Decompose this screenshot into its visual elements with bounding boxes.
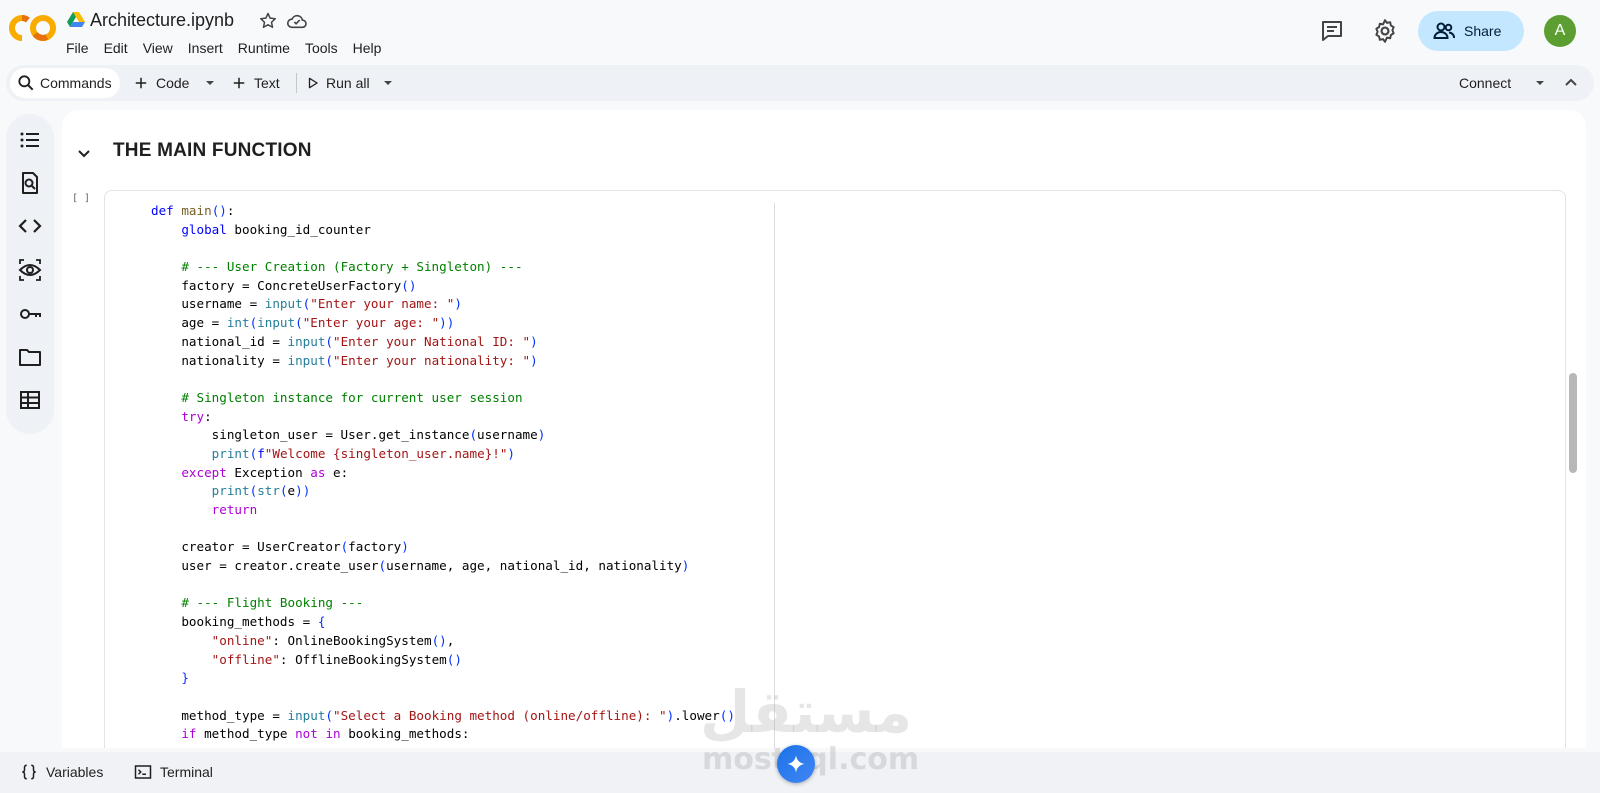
code-line[interactable]: creator = UserCreator(factory)	[151, 538, 735, 557]
code-line[interactable]: global booking_id_counter	[151, 221, 735, 240]
share-label: Share	[1464, 23, 1502, 39]
code-line[interactable]: }	[151, 669, 735, 688]
variables-label: Variables	[46, 764, 104, 780]
menu-edit[interactable]: Edit	[104, 40, 128, 56]
braces-icon	[22, 764, 36, 780]
add-code-button[interactable]: Code	[132, 68, 189, 98]
notebook-title[interactable]: Architecture.ipynb	[90, 10, 234, 31]
add-text-button[interactable]: Text	[230, 68, 280, 98]
star-icon[interactable]	[258, 11, 278, 31]
google-drive-icon	[67, 12, 85, 27]
avatar[interactable]: A	[1544, 15, 1576, 47]
menu-bar: File Edit View Insert Runtime Tools Help	[66, 40, 396, 56]
gemini-sparkle-icon	[787, 755, 805, 773]
code-line[interactable]: return	[151, 501, 735, 520]
colab-logo-icon[interactable]	[8, 14, 58, 42]
terminal-button[interactable]: Terminal	[134, 763, 213, 781]
search-icon	[18, 75, 34, 91]
code-line[interactable]: # --- User Creation (Factory + Singleton…	[151, 258, 735, 277]
gear-icon[interactable]	[1372, 18, 1398, 44]
text-label: Text	[254, 75, 280, 91]
table-of-contents-icon[interactable]	[18, 128, 42, 152]
code-line[interactable]: # --- Flight Booking ---	[151, 594, 735, 613]
find-replace-icon[interactable]	[18, 171, 42, 195]
secrets-key-icon[interactable]	[18, 302, 42, 326]
connect-dropdown-caret-icon[interactable]	[1532, 75, 1548, 91]
code-line[interactable]: if method_type not in booking_methods:	[151, 725, 735, 744]
code-label: Code	[156, 75, 190, 91]
section-heading[interactable]: THE MAIN FUNCTION	[113, 140, 312, 162]
code-line[interactable]	[151, 370, 735, 389]
code-line[interactable]: "online": OnlineBookingSystem(),	[151, 632, 735, 651]
menu-insert[interactable]: Insert	[188, 40, 223, 56]
code-line[interactable]	[151, 520, 735, 539]
commands-label: Commands	[40, 75, 112, 91]
code-line[interactable]: print(f"Welcome {singleton_user.name}!")	[151, 445, 735, 464]
code-snippets-icon[interactable]	[18, 214, 42, 238]
code-cell[interactable]: def main(): global booking_id_counter # …	[104, 190, 1566, 748]
left-sidebar	[6, 114, 54, 434]
data-table-icon[interactable]	[18, 388, 42, 412]
menu-tools[interactable]: Tools	[305, 40, 338, 56]
code-line[interactable]: print(str(e))	[151, 482, 735, 501]
header: Architecture.ipynb File Edit View Insert…	[0, 0, 1600, 62]
code-line[interactable]: def main():	[151, 202, 735, 221]
variables-button[interactable]: Variables	[20, 763, 103, 781]
run-all-button[interactable]: Run all	[306, 68, 370, 98]
gemini-button[interactable]	[777, 745, 815, 783]
plus-icon	[233, 77, 245, 89]
code-line[interactable]	[151, 688, 735, 707]
connect-button[interactable]: Connect	[1459, 68, 1511, 98]
code-line[interactable]: factory = ConcreteUserFactory()	[151, 277, 735, 296]
terminal-label: Terminal	[160, 764, 213, 780]
code-line[interactable]: age = int(input("Enter your age: "))	[151, 314, 735, 333]
toolbar: Commands Code Text Run all Connect	[6, 65, 1594, 101]
code-dropdown-caret-icon[interactable]	[202, 75, 218, 91]
collapse-toolbar-chevron-up-icon[interactable]	[1563, 75, 1579, 91]
plus-icon	[135, 77, 147, 89]
menu-runtime[interactable]: Runtime	[238, 40, 290, 56]
code-line[interactable]: except Exception as e:	[151, 464, 735, 483]
code-line[interactable]: username = input("Enter your name: ")	[151, 295, 735, 314]
code-line[interactable]	[151, 239, 735, 258]
comment-icon[interactable]	[1320, 19, 1344, 43]
terminal-icon	[134, 765, 152, 779]
commands-button[interactable]: Commands	[10, 68, 120, 98]
connect-label: Connect	[1459, 75, 1512, 91]
code-line[interactable]: singleton_user = User.get_instance(usern…	[151, 426, 735, 445]
run-all-dropdown-caret-icon[interactable]	[380, 75, 396, 91]
toolbar-divider	[296, 73, 297, 93]
menu-file[interactable]: File	[66, 40, 89, 56]
watermark-arabic: مستقل	[700, 678, 913, 746]
code-line[interactable]	[151, 576, 735, 595]
code-line[interactable]: user = creator.create_user(username, age…	[151, 557, 735, 576]
play-icon	[308, 77, 318, 89]
share-button[interactable]: Share	[1418, 11, 1524, 51]
menu-help[interactable]: Help	[353, 40, 382, 56]
code-line[interactable]: nationality = input("Enter your national…	[151, 352, 735, 371]
cell-run-button[interactable]: [ ]	[72, 193, 90, 204]
code-line[interactable]: national_id = input("Enter your National…	[151, 333, 735, 352]
variable-inspector-eye-icon[interactable]	[18, 258, 42, 282]
people-icon	[1433, 22, 1455, 39]
notebook-panel: THE MAIN FUNCTION [ ] def main(): global…	[62, 110, 1586, 748]
menu-view[interactable]: View	[143, 40, 173, 56]
vertical-scrollbar[interactable]	[1569, 373, 1577, 473]
cloud-saved-icon[interactable]	[286, 12, 308, 30]
code-line[interactable]: method_type = input("Select a Booking me…	[151, 707, 735, 726]
code-ruler-line	[774, 203, 775, 748]
section-collapse-chevron-down-icon[interactable]	[74, 143, 94, 163]
files-folder-icon[interactable]	[18, 345, 42, 369]
code-line[interactable]: try:	[151, 408, 735, 427]
run-all-label: Run all	[326, 75, 370, 91]
code-line[interactable]: "offline": OfflineBookingSystem()	[151, 651, 735, 670]
code-editor[interactable]: def main(): global booking_id_counter # …	[151, 202, 735, 744]
code-line[interactable]: # Singleton instance for current user se…	[151, 389, 735, 408]
code-line[interactable]: booking_methods = {	[151, 613, 735, 632]
